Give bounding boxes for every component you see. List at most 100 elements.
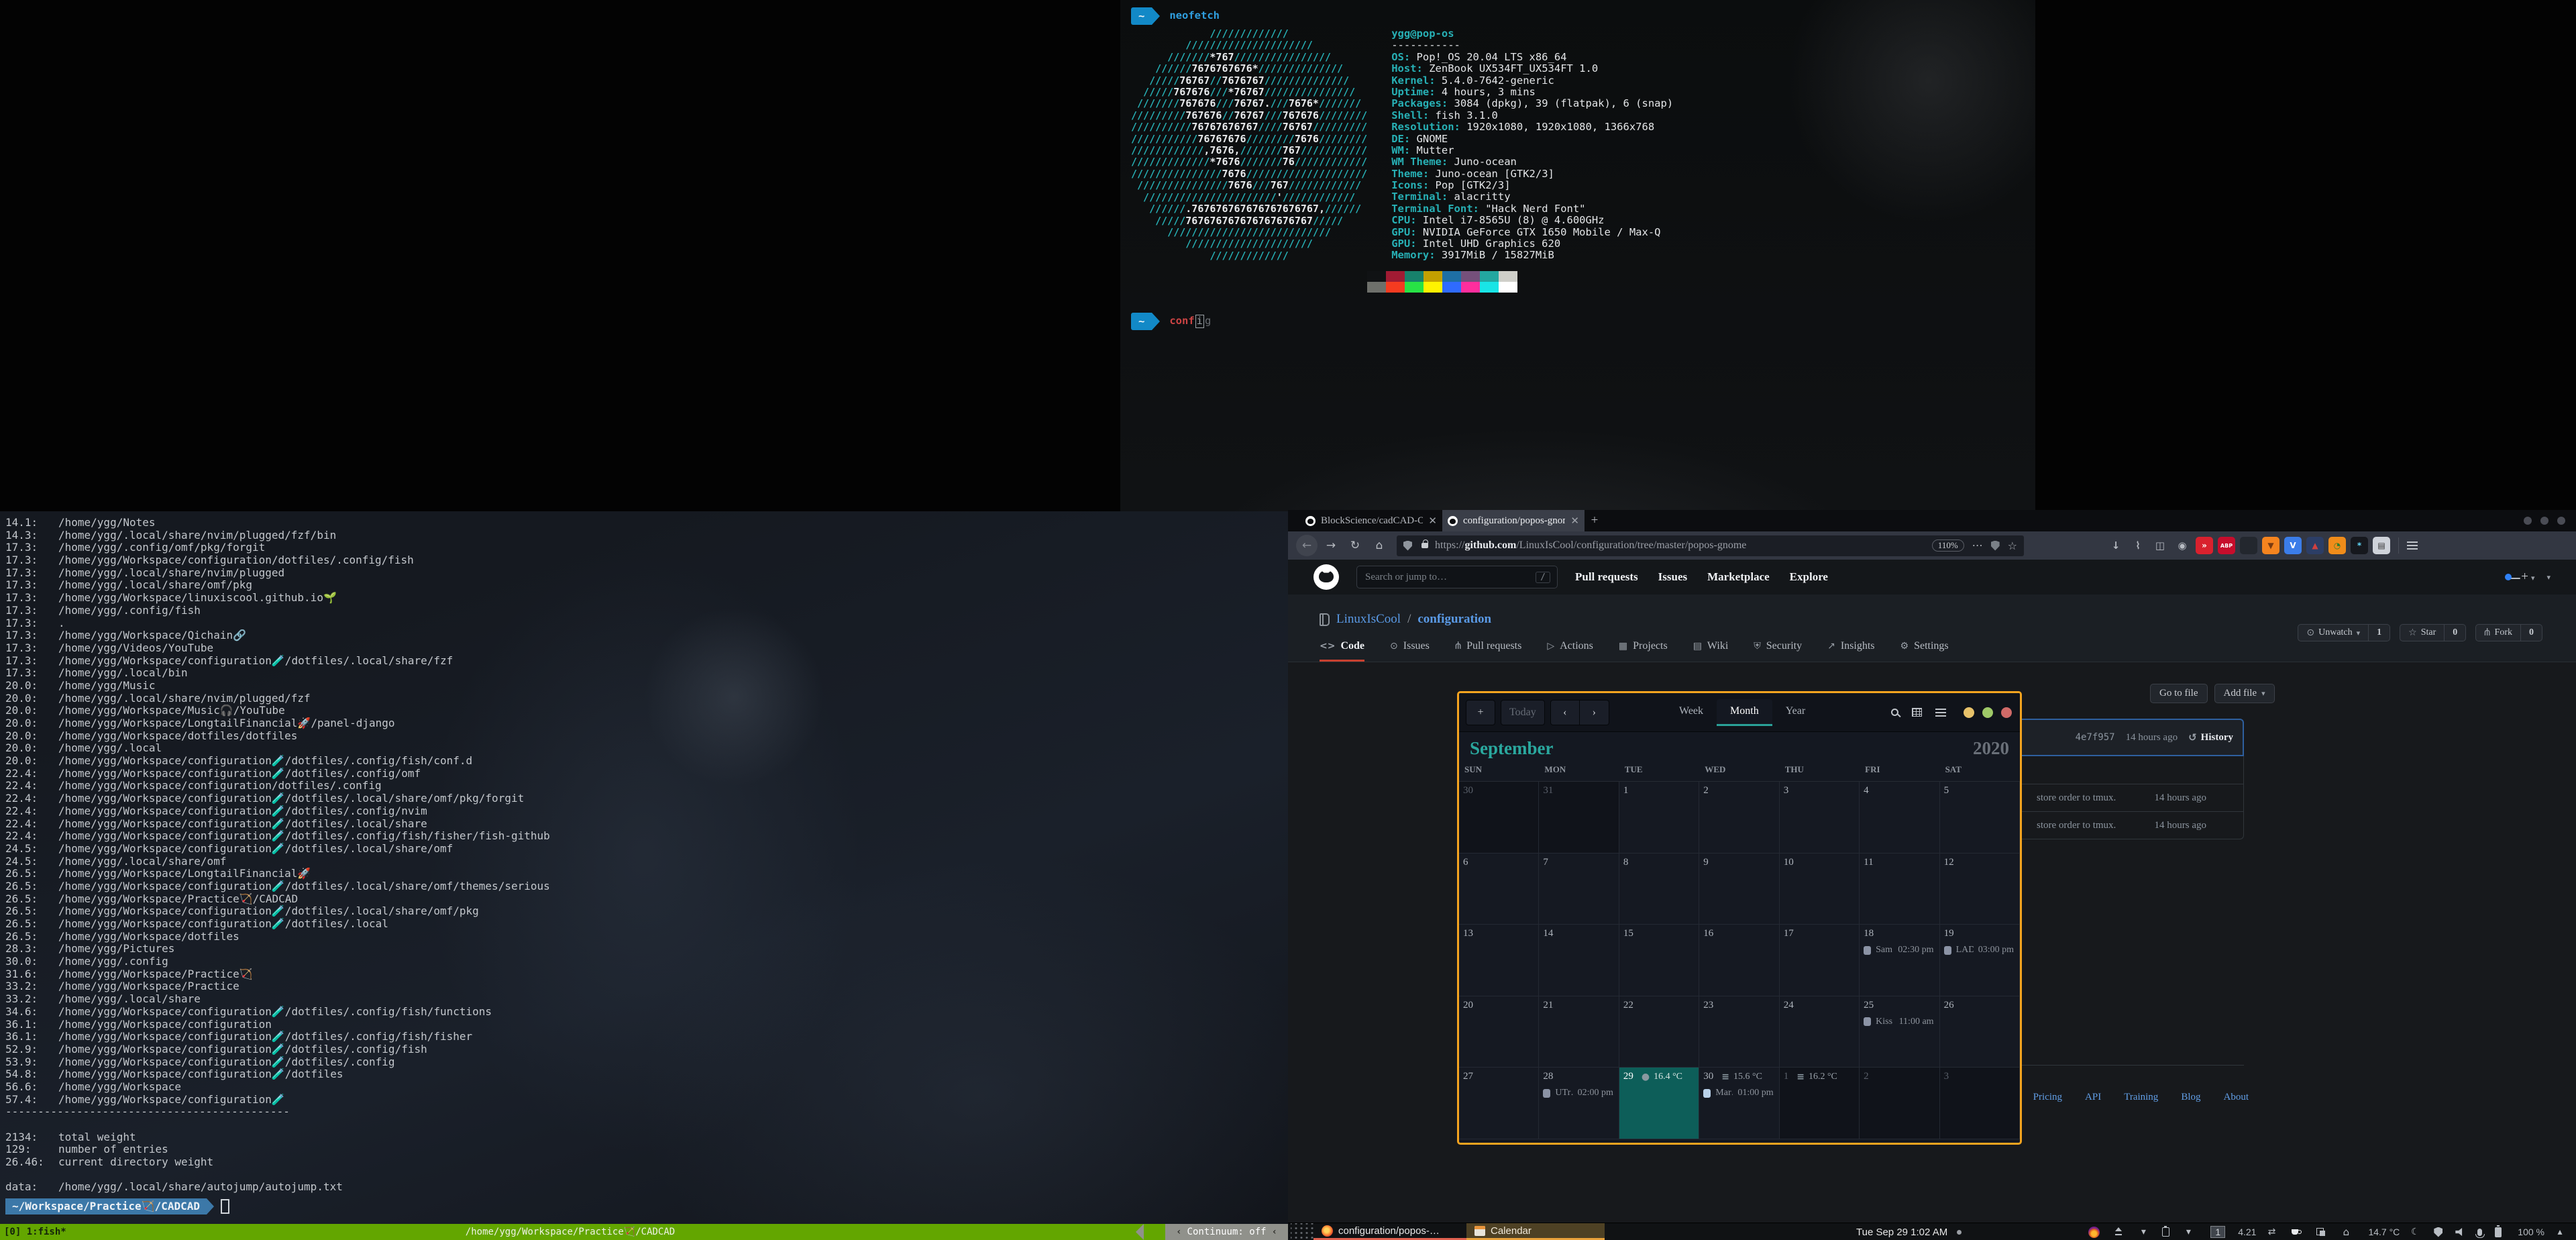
day-cell[interactable]: 7 bbox=[1539, 854, 1619, 925]
footer-link[interactable]: Training bbox=[2124, 1092, 2158, 1103]
day-cell[interactable]: 1 bbox=[1619, 782, 1699, 854]
new-tab-button[interactable]: + bbox=[1585, 510, 1605, 531]
day-cell[interactable]: 16 bbox=[1699, 925, 1779, 996]
clock[interactable]: Tue Sep 29 1:02 AM bbox=[1856, 1223, 1962, 1240]
browser-tab[interactable]: BlockScience/cadCAD-Od ✕ bbox=[1300, 510, 1442, 531]
minimize-button[interactable] bbox=[2524, 517, 2532, 525]
tray-item[interactable] bbox=[2112, 1226, 2128, 1238]
calendar-event[interactable]: Sam… 02:30 pm bbox=[1864, 945, 1935, 955]
day-cell[interactable]: 20 bbox=[1459, 996, 1539, 1068]
day-cell[interactable]: 28 UTr… 02:00 pm bbox=[1539, 1068, 1619, 1139]
go-to-file-button[interactable]: Go to file bbox=[2150, 684, 2208, 703]
day-cell[interactable]: 25 Kiss … 11:00 am bbox=[1860, 996, 1939, 1068]
menu-hamburger-icon[interactable] bbox=[1935, 709, 1946, 717]
view-tab[interactable]: Week bbox=[1666, 699, 1717, 726]
tray-item[interactable] bbox=[2137, 1226, 2153, 1238]
history-link[interactable]: ↺History bbox=[2188, 731, 2233, 743]
repo-tab[interactable]: ⚙Settings bbox=[1900, 641, 1949, 662]
home-button[interactable]: ⌂ bbox=[1368, 535, 1390, 556]
repo-name-link[interactable]: configuration bbox=[1417, 612, 1491, 627]
tray-item[interactable] bbox=[2434, 1227, 2446, 1237]
github-nav-link[interactable]: Pull requests bbox=[1575, 570, 1638, 584]
footer-link[interactable]: Pricing bbox=[2033, 1092, 2062, 1103]
user-menu[interactable]: ▾ bbox=[2546, 571, 2551, 583]
browser-extension-icon[interactable]: ▲ bbox=[2306, 537, 2324, 554]
commit-sha-link[interactable]: 4e7f957 bbox=[2076, 732, 2115, 743]
day-cell[interactable]: 29 16.4 °C bbox=[1619, 1068, 1699, 1139]
repo-tab[interactable]: ψPull requests bbox=[1455, 641, 1521, 662]
day-cell[interactable]: 13 bbox=[1459, 925, 1539, 996]
day-cell[interactable]: 17 bbox=[1780, 925, 1860, 996]
tray-item[interactable] bbox=[2265, 1226, 2281, 1238]
repo-action-button[interactable]: ☆Star▾ 0 bbox=[2400, 624, 2466, 641]
day-cell[interactable]: 15 bbox=[1619, 925, 1699, 996]
repo-tab[interactable]: ⛨Security bbox=[1754, 641, 1802, 662]
repo-tab[interactable]: ▷Actions bbox=[1547, 641, 1593, 662]
day-cell[interactable]: 19 LAD… 03:00 pm bbox=[1940, 925, 2020, 996]
calendar-event[interactable]: UTr… 02:00 pm bbox=[1543, 1088, 1614, 1098]
browser-extension-icon[interactable]: ◫ bbox=[2151, 537, 2169, 554]
tray-item[interactable] bbox=[2182, 1226, 2198, 1238]
tray-item[interactable]: 4.21 bbox=[2235, 1226, 2256, 1238]
browser-extension-icon[interactable]: ⌇ bbox=[2129, 537, 2147, 554]
browser-extension-icon[interactable]: » bbox=[2196, 537, 2213, 554]
day-cell[interactable]: 31 bbox=[1539, 782, 1619, 854]
day-cell[interactable]: 26 bbox=[1940, 996, 2020, 1068]
day-cell[interactable]: 24 bbox=[1780, 996, 1860, 1068]
day-cell[interactable]: 8 bbox=[1619, 854, 1699, 925]
day-cell[interactable]: 3 bbox=[1940, 1068, 2020, 1139]
github-logo-icon[interactable] bbox=[1313, 564, 1339, 590]
repo-owner-link[interactable]: LinuxIsCool bbox=[1336, 612, 1401, 627]
reload-button[interactable]: ↻ bbox=[1344, 535, 1366, 556]
today-button[interactable]: Today bbox=[1501, 700, 1545, 725]
search-input[interactable] bbox=[1364, 571, 1536, 584]
footer-link[interactable]: Blog bbox=[2181, 1092, 2200, 1103]
browser-extension-icon[interactable]: ▤ bbox=[2373, 537, 2390, 554]
repo-tab[interactable]: ↗Insights bbox=[1827, 641, 1874, 662]
search-icon[interactable] bbox=[1891, 709, 1898, 716]
tray-item[interactable]: 14.7 °C bbox=[2365, 1226, 2400, 1238]
tray-item[interactable] bbox=[2290, 1226, 2306, 1238]
back-button[interactable]: ← bbox=[1296, 535, 1318, 556]
browser-extension-icon[interactable] bbox=[2240, 537, 2257, 554]
day-cell[interactable]: 27 bbox=[1459, 1068, 1539, 1139]
new-event-button[interactable]: + bbox=[1466, 700, 1495, 725]
url-bar[interactable]: https://github.com/LinuxIsCool/configura… bbox=[1397, 535, 2024, 556]
browser-extension-icon[interactable]: ◉ bbox=[2174, 537, 2191, 554]
previous-month-button[interactable]: ‹ bbox=[1550, 700, 1580, 725]
browser-extension-icon[interactable]: ▼ bbox=[2262, 537, 2279, 554]
browser-extension-icon[interactable]: V bbox=[2284, 537, 2302, 554]
calendar-event[interactable]: Kiss … 11:00 am bbox=[1864, 1017, 1935, 1027]
close-button[interactable] bbox=[2001, 707, 2012, 718]
repo-action-button[interactable]: ψFork▾ 0 bbox=[2475, 624, 2542, 641]
tray-item[interactable] bbox=[2554, 1226, 2569, 1238]
day-cell[interactable]: 30 15.6 °C Mar… 01:00 pm bbox=[1699, 1068, 1779, 1139]
browser-extension-icon[interactable]: * bbox=[2351, 537, 2368, 554]
github-nav-link[interactable]: Issues bbox=[1658, 570, 1687, 584]
tray-item[interactable] bbox=[2162, 1227, 2173, 1237]
tab-close-icon[interactable]: ✕ bbox=[1570, 515, 1579, 527]
day-cell[interactable]: 10 bbox=[1780, 854, 1860, 925]
tray-item[interactable] bbox=[2477, 1229, 2485, 1236]
day-cell[interactable]: 30 bbox=[1459, 782, 1539, 854]
day-cell[interactable]: 9 bbox=[1699, 854, 1779, 925]
day-cell[interactable]: 6 bbox=[1459, 854, 1539, 925]
day-cell[interactable]: 22 bbox=[1619, 996, 1699, 1068]
browser-extension-icon[interactable]: ↓ bbox=[2107, 537, 2125, 554]
view-tab[interactable]: Month bbox=[1717, 699, 1772, 726]
menu-hamburger-icon[interactable] bbox=[2407, 541, 2418, 550]
calendar-event[interactable]: LAD… 03:00 pm bbox=[1944, 945, 2015, 955]
day-cell[interactable]: 23 bbox=[1699, 996, 1779, 1068]
page-actions-icon[interactable]: ⋯ bbox=[1972, 539, 1983, 552]
taskbar-item-firefox[interactable]: configuration/popos-… bbox=[1313, 1223, 1466, 1240]
maximize-button[interactable] bbox=[2540, 517, 2548, 525]
taskbar-item-calendar[interactable]: Calendar bbox=[1466, 1223, 1605, 1240]
maximize-button[interactable] bbox=[1982, 707, 1993, 718]
tracking-protection-shield-icon[interactable] bbox=[1403, 541, 1412, 551]
day-cell[interactable]: 21 bbox=[1539, 996, 1619, 1068]
day-cell[interactable]: 14 bbox=[1539, 925, 1619, 996]
bookmark-star-icon[interactable]: ☆ bbox=[2008, 539, 2017, 552]
github-search[interactable]: / bbox=[1356, 566, 1558, 588]
repo-tab[interactable]: ▤Wiki bbox=[1693, 641, 1729, 662]
tray-item[interactable] bbox=[2495, 1227, 2505, 1237]
